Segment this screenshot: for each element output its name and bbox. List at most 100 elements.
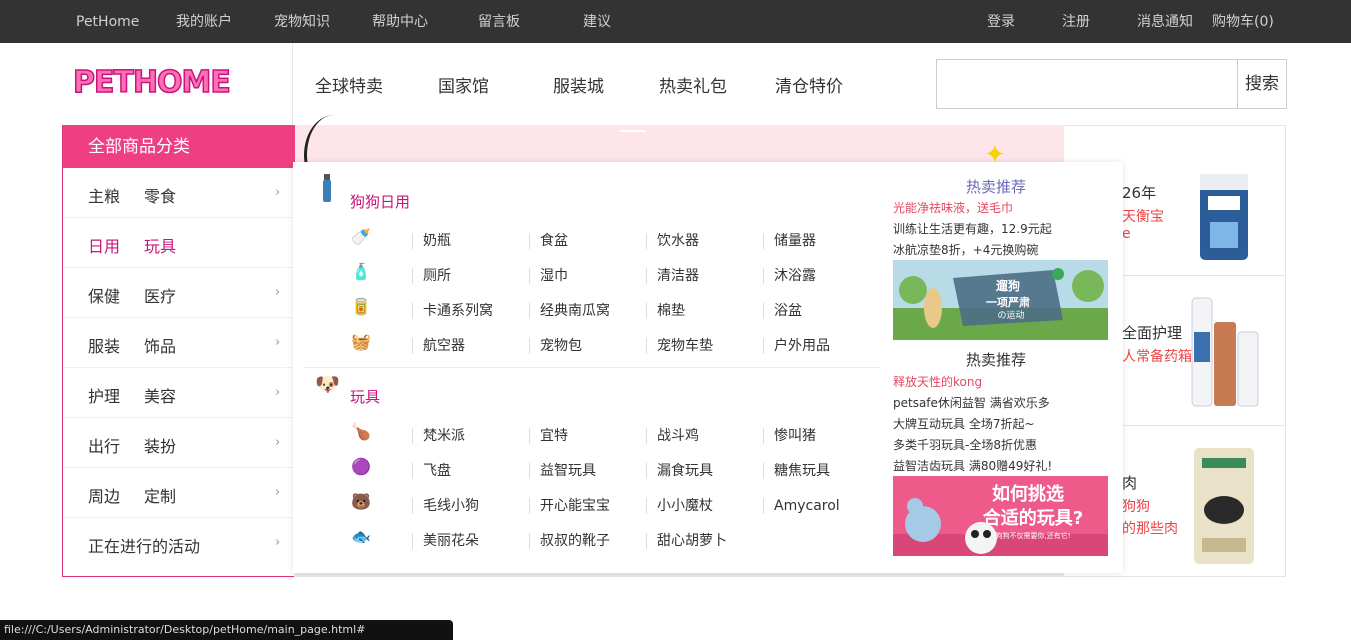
promo-banner-line: の运动 <box>997 310 1024 321</box>
chicken-leg-toy-icon: 🍗 <box>351 422 371 441</box>
hot-line-link[interactable]: 冰航凉垫8折，+4元换购碗 <box>893 241 1038 258</box>
item-link[interactable]: 清洁器 <box>646 268 699 284</box>
right-product-1-sub: 天衡宝 <box>1122 209 1164 225</box>
category-title-dog-daily[interactable]: 狗狗日用 <box>350 191 410 212</box>
item-link[interactable]: 漏食玩具 <box>646 463 713 479</box>
promo-banner-line: 一项严肃 <box>986 295 1030 309</box>
top-link-help-center[interactable]: 帮助中心 <box>372 0 428 44</box>
top-link-cart[interactable]: 购物车(0) <box>1212 0 1274 44</box>
sidebar-item-travel-dress[interactable]: 出行 装扮 › <box>63 418 295 468</box>
nav-global-sale[interactable]: 全球特卖 <box>315 72 383 97</box>
promo-banner-line: 如何挑选 <box>992 483 1064 505</box>
nav-clothing-city[interactable]: 服装城 <box>553 72 604 97</box>
top-link-notifications[interactable]: 消息通知 <box>1137 0 1193 44</box>
sidebar-item-label: 玩具 <box>144 237 177 256</box>
dog-face-icon: 🐶 <box>315 372 340 396</box>
item-link[interactable]: 战斗鸡 <box>646 428 699 444</box>
ball-toy-icon: 🟣 <box>351 457 371 476</box>
hot-line-link[interactable]: petsafe休闲益智 满省欢乐多 <box>893 394 1050 411</box>
item-link[interactable]: 宠物包 <box>529 338 582 354</box>
hot-line-link[interactable]: 益智洁齿玩具 满80赠49好礼! <box>893 457 1052 474</box>
top-link-pethome[interactable]: PetHome <box>76 0 139 44</box>
sidebar-item-label: 饰品 <box>144 337 177 356</box>
top-link-register[interactable]: 注册 <box>1062 0 1090 44</box>
top-link-my-account[interactable]: 我的账户 <box>176 0 232 44</box>
item-link[interactable]: 糖焦玩具 <box>763 463 830 479</box>
sidebar-item-staple-snack[interactable]: 主粮 零食 › <box>63 168 295 218</box>
product-food-bag-icon <box>1194 448 1254 564</box>
sidebar-item-daily-toys[interactable]: 日用 玩具 <box>63 218 295 268</box>
item-link[interactable]: 浴盆 <box>763 303 802 319</box>
sidebar-item-label: 主粮 <box>88 187 121 206</box>
chevron-right-icon: › <box>275 385 281 400</box>
hot-recommend-title: 热卖推荐 <box>966 178 1027 196</box>
sidebar-item-label: 保健 <box>88 287 121 306</box>
nav-hot-gift-pack[interactable]: 热卖礼包 <box>659 72 727 97</box>
hot-line-link[interactable]: 大牌互动玩具 全场7折起~ <box>893 415 1035 432</box>
item-link[interactable]: 食盆 <box>529 233 568 249</box>
nav-clearance[interactable]: 清仓特价 <box>775 72 843 97</box>
item-link[interactable]: 梵米派 <box>412 428 465 444</box>
item-link[interactable]: 开心能宝宝 <box>529 498 610 514</box>
top-link-pet-knowledge[interactable]: 宠物知识 <box>274 0 330 44</box>
promo-banner-walking[interactable]: 遛狗 一项严肃 の运动 <box>893 260 1108 340</box>
item-link[interactable]: 宠物车垫 <box>646 338 713 354</box>
top-link-login[interactable]: 登录 <box>987 0 1015 44</box>
promo-banner-line: 狗狗不仅需要你,还有它! <box>995 531 1070 540</box>
search-button[interactable]: 搜索 <box>1237 59 1287 109</box>
sidebar-item-merch-custom[interactable]: 周边 定制 › <box>63 468 295 518</box>
item-link[interactable]: 储量器 <box>763 233 816 249</box>
item-link[interactable]: Amycarol <box>763 498 840 514</box>
item-link[interactable]: 宜特 <box>529 428 568 444</box>
item-link[interactable]: 棉垫 <box>646 303 685 319</box>
sidebar-item-label: 定制 <box>144 487 177 506</box>
chevron-right-icon: › <box>275 185 281 200</box>
sidebar-title: 全部商品分类 <box>63 125 295 168</box>
bed-icon: 🥫 <box>351 297 371 316</box>
hot-recommend-title: 热卖推荐 <box>966 351 1027 369</box>
right-product-3-title: 肉 <box>1122 474 1138 492</box>
item-link[interactable]: 卡通系列窝 <box>412 303 493 319</box>
bottle-icon: 🍼 <box>351 227 371 246</box>
item-link[interactable]: 厕所 <box>412 268 451 284</box>
item-link[interactable]: 饮水器 <box>646 233 699 249</box>
item-link[interactable]: 惨叫猪 <box>763 428 816 444</box>
nav-country-pavilion[interactable]: 国家馆 <box>438 72 489 97</box>
item-link[interactable]: 湿巾 <box>529 268 568 284</box>
product-bottles-icon <box>1191 297 1259 407</box>
top-link-suggestion[interactable]: 建议 <box>583 0 611 44</box>
item-link[interactable]: 叔叔的靴子 <box>529 533 610 549</box>
logo-text: PETHOME <box>72 64 231 101</box>
sidebar-item-label: 周边 <box>88 487 121 506</box>
right-product-2-title: 全面护理 <box>1122 324 1183 342</box>
sidebar-item-activities[interactable]: 正在进行的活动 › <box>63 518 295 568</box>
item-link[interactable]: 沐浴露 <box>763 268 816 284</box>
product-bag-icon <box>1200 174 1248 260</box>
item-link[interactable]: 经典南瓜窝 <box>529 303 610 319</box>
sidebar-item-health-medical[interactable]: 保健 医疗 › <box>63 268 295 318</box>
item-link[interactable]: 户外用品 <box>763 338 830 354</box>
item-link[interactable]: 飞盘 <box>412 463 451 479</box>
item-link[interactable]: 益智玩具 <box>529 463 596 479</box>
hot-promo-link[interactable]: 释放天性的kong <box>893 373 982 390</box>
right-product-1-sub2: e <box>1122 226 1131 242</box>
item-link[interactable]: 小小魔杖 <box>646 498 713 514</box>
promo-banner-toys[interactable]: 如何挑选 合适的玩具? 狗狗不仅需要你,还有它! <box>893 476 1108 556</box>
sidebar-item-care-beauty[interactable]: 护理 美容 › <box>63 368 295 418</box>
item-link[interactable]: 甜心胡萝卜 <box>646 533 727 549</box>
item-link[interactable]: 航空器 <box>412 338 465 354</box>
chevron-right-icon: › <box>275 435 281 450</box>
search-input[interactable] <box>936 59 1237 109</box>
item-link[interactable]: 奶瓶 <box>412 233 451 249</box>
top-link-message-board[interactable]: 留言板 <box>478 0 520 44</box>
logo[interactable]: PETHOME <box>62 43 293 125</box>
hot-line-link[interactable]: 多类千羽玩具-全场8折优惠 <box>893 436 1037 453</box>
panel-divider <box>303 367 881 368</box>
hot-line-link[interactable]: 训练让生活更有趣，12.9元起 <box>893 220 1052 237</box>
sidebar-item-clothing-accessory[interactable]: 服装 饰品 › <box>63 318 295 368</box>
item-link[interactable]: 毛线小狗 <box>412 498 479 514</box>
chevron-right-icon: › <box>275 335 281 350</box>
hot-promo-link[interactable]: 光能净祛味液，送毛巾 <box>893 199 1013 216</box>
item-link[interactable]: 美丽花朵 <box>412 533 479 549</box>
category-title-toys[interactable]: 玩具 <box>350 386 380 407</box>
